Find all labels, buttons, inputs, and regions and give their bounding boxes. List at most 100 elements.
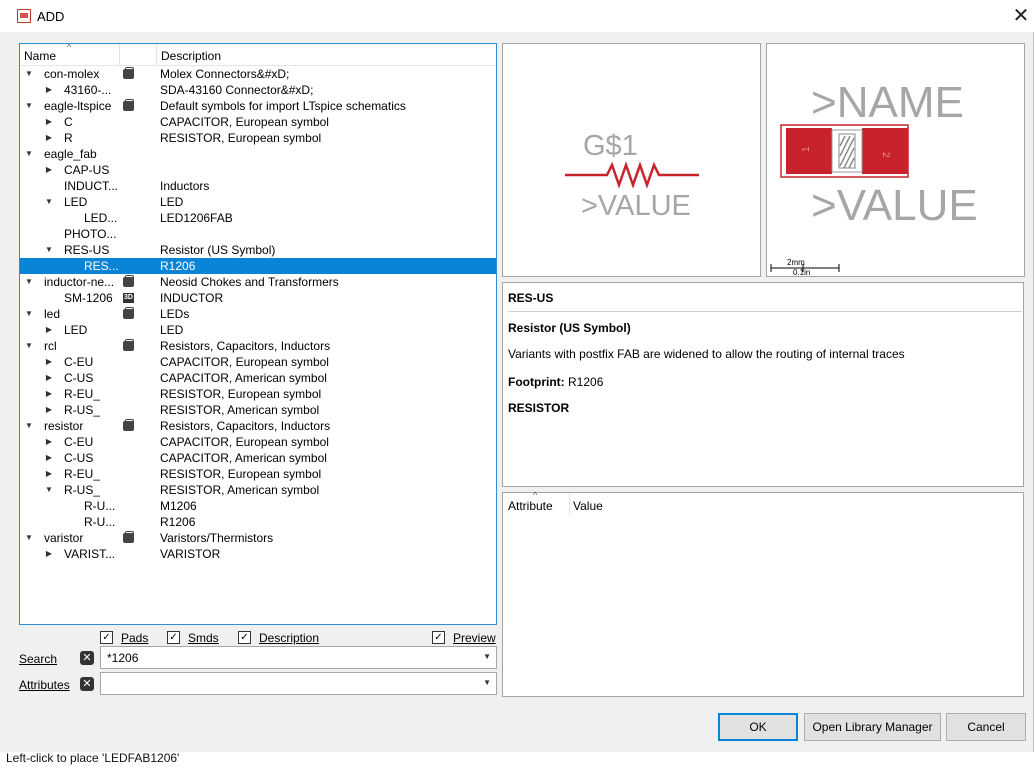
tree-row[interactable]: R-U... R1206 [20, 514, 496, 530]
expand-closed-icon[interactable]: ▶ [44, 354, 54, 370]
expand-open-icon[interactable]: ▼ [44, 482, 54, 498]
footprint-line: Footprint: R1206 [508, 375, 603, 389]
expand-closed-icon[interactable]: ▶ [44, 322, 54, 338]
tree-row-description: LEDs [160, 307, 190, 321]
tree-row[interactable]: ▶ C-EU CAPACITOR, European symbol [20, 354, 496, 370]
tree-row-name: RES... [84, 259, 119, 273]
tree-row-name: LED [64, 323, 88, 337]
tree-row-name: VARIST... [64, 547, 116, 561]
tree-row[interactable]: ▶ R-EU_ RESISTOR, European symbol [20, 466, 496, 482]
expand-open-icon[interactable]: ▼ [24, 338, 34, 354]
tree-row[interactable]: ▼ LED LED [20, 194, 496, 210]
tree-row[interactable]: ▼ inductor-ne... Neosid Chokes and Transfo… [20, 274, 496, 290]
library-tree[interactable]: Name ^ Description ▼ con-molex Molex Conne… [19, 43, 497, 625]
expand-open-icon[interactable]: ▼ [24, 146, 34, 162]
expand-closed-icon[interactable]: ▶ [44, 130, 54, 146]
library-icon [123, 67, 134, 79]
expand-closed-icon[interactable]: ▶ [44, 114, 54, 130]
tree-row[interactable]: ▶ R-US_ RESISTOR, American symbol [20, 402, 496, 418]
tree-row-description: CAPACITOR, European symbol [160, 115, 329, 129]
expand-closed-icon[interactable]: ▶ [44, 82, 54, 98]
tree-row[interactable]: ▶ 43160-... SDA-43160 Connector&#xD; [20, 82, 496, 98]
tree-row[interactable]: ▼ varistor Varistors/Thermistors [20, 530, 496, 546]
tree-row[interactable]: ▼ rcl Resistors, Capacitors, Inductors [20, 338, 496, 354]
symbol-name: RESISTOR [508, 401, 570, 415]
tree-row[interactable]: ▼ con-molex Molex Connectors&#xD; [20, 66, 496, 82]
checkmark-icon[interactable]: ✓ [238, 631, 251, 644]
expand-closed-icon[interactable]: ▶ [44, 162, 54, 178]
library-icon [123, 307, 134, 319]
chevron-down-icon[interactable]: ▼ [483, 652, 491, 661]
expand-closed-icon[interactable]: ▶ [44, 386, 54, 402]
expand-open-icon[interactable]: ▼ [44, 194, 54, 210]
tree-row[interactable]: R-U... M1206 [20, 498, 496, 514]
expand-closed-icon[interactable]: ▶ [44, 450, 54, 466]
tree-row[interactable]: ▶ C-EU CAPACITOR, European symbol [20, 434, 496, 450]
expand-closed-icon[interactable]: ▶ [44, 434, 54, 450]
expand-open-icon[interactable]: ▼ [24, 530, 34, 546]
tree-row[interactable]: ▼ RES-US Resistor (US Symbol) [20, 242, 496, 258]
close-icon[interactable]: ✕ [1009, 4, 1033, 28]
expand-closed-icon[interactable]: ▶ [44, 370, 54, 386]
symbol-preview[interactable]: G$1 >VALUE [502, 43, 761, 277]
tree-row[interactable]: ▼ eagle-ltspice Default symbols for import… [20, 98, 496, 114]
tree-row-description: CAPACITOR, American symbol [160, 451, 327, 465]
cancel-button[interactable]: Cancel [946, 713, 1026, 741]
tree-row[interactable]: ▶ CAP-US [20, 162, 496, 178]
attribute-table[interactable]: ^ Attribute Value [502, 490, 1024, 697]
expand-open-icon[interactable]: ▼ [24, 418, 34, 434]
clear-attributes-icon[interactable]: ✕ [80, 677, 94, 691]
tree-row[interactable]: ▶ C-US CAPACITOR, American symbol [20, 370, 496, 386]
tree-row-name: varistor [44, 531, 84, 545]
tree-row-name: R-U... [84, 515, 116, 529]
chevron-down-icon[interactable]: ▼ [483, 678, 491, 687]
column-divider[interactable] [156, 44, 157, 66]
tree-row[interactable]: ▶ C-US CAPACITOR, American symbol [20, 450, 496, 466]
expand-closed-icon[interactable]: ▶ [44, 402, 54, 418]
open-library-manager-button[interactable]: Open Library Manager [804, 713, 941, 741]
column-header-attribute[interactable]: Attribute [508, 499, 553, 513]
tree-row[interactable]: LED... LED1206FAB [20, 210, 496, 226]
checkmark-icon[interactable]: ✓ [167, 631, 180, 644]
column-divider[interactable] [569, 493, 570, 515]
expand-open-icon[interactable]: ▼ [24, 98, 34, 114]
search-input[interactable]: *1206 ▼ [100, 646, 497, 669]
expand-open-icon[interactable]: ▼ [24, 306, 34, 322]
tree-row[interactable]: ▼ eagle_fab [20, 146, 496, 162]
tree-row-name: INDUCT... [64, 179, 118, 193]
checkmark-icon[interactable]: ✓ [432, 631, 445, 644]
expand-open-icon[interactable]: ▼ [24, 66, 34, 82]
tree-row[interactable]: ▶ C CAPACITOR, European symbol [20, 114, 496, 130]
ok-button[interactable]: OK [718, 713, 798, 741]
column-divider[interactable] [119, 44, 120, 66]
tree-row[interactable]: INDUCT... Inductors [20, 178, 496, 194]
tree-row[interactable]: ▶ VARIST... VARISTOR [20, 546, 496, 562]
column-header-value[interactable]: Value [573, 499, 603, 513]
divider [508, 311, 1022, 312]
tree-row-description: CAPACITOR, American symbol [160, 371, 327, 385]
expand-closed-icon[interactable]: ▶ [44, 546, 54, 562]
expand-open-icon[interactable]: ▼ [24, 274, 34, 290]
tree-row[interactable]: RES... R1206 [20, 258, 496, 274]
sort-caret-icon: ^ [67, 43, 72, 52]
checkmark-icon[interactable]: ✓ [100, 631, 113, 644]
footprint-preview[interactable]: >NAME 1 2 >VALUE 2mm 0.1in [766, 43, 1025, 277]
expand-open-icon[interactable]: ▼ [44, 242, 54, 258]
expand-closed-icon[interactable]: ▶ [44, 466, 54, 482]
tree-row[interactable]: SM-1206 3D INDUCTOR [20, 290, 496, 306]
column-header-name[interactable]: Name [24, 49, 56, 63]
app-icon [17, 9, 31, 23]
tree-row-name: R-EU_ [64, 467, 101, 481]
tree-row[interactable]: ▶ R-EU_ RESISTOR, European symbol [20, 386, 496, 402]
tree-row[interactable]: ▼ R-US_ RESISTOR, American symbol [20, 482, 496, 498]
tree-row[interactable]: ▼ resistor Resistors, Capacitors, Inductor… [20, 418, 496, 434]
tree-row-description: M1206 [160, 499, 197, 513]
tree-row[interactable]: ▼ led LEDs [20, 306, 496, 322]
tree-row-name: eagle-ltspice [44, 99, 112, 113]
tree-row[interactable]: ▶ R RESISTOR, European symbol [20, 130, 496, 146]
attributes-input[interactable]: ▼ [100, 672, 497, 695]
column-header-description[interactable]: Description [161, 49, 221, 63]
tree-row[interactable]: ▶ LED LED [20, 322, 496, 338]
tree-row[interactable]: PHOTO... [20, 226, 496, 242]
clear-search-icon[interactable]: ✕ [80, 651, 94, 665]
